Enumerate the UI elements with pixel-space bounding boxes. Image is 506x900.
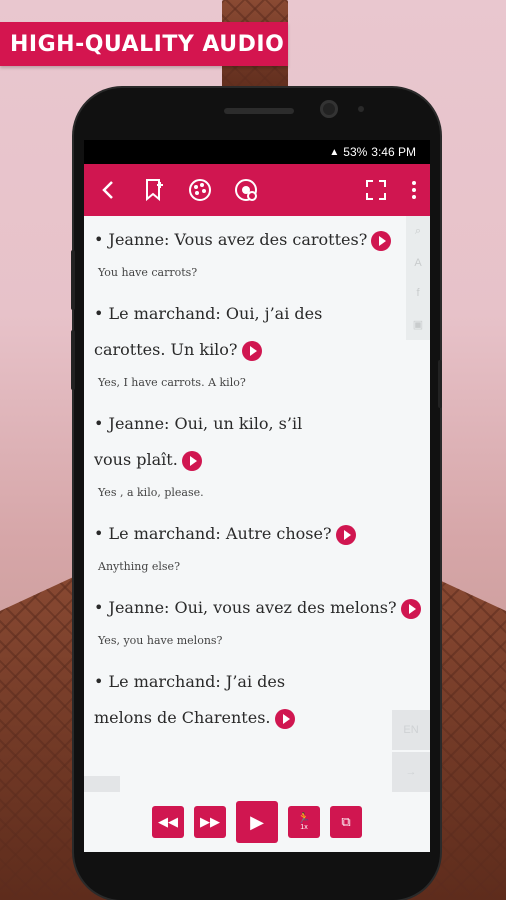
audio-settings-icon[interactable] xyxy=(232,176,260,204)
phone-volume-button xyxy=(71,250,75,310)
play-button[interactable]: ▶ xyxy=(236,801,278,843)
dialogue-entry: • Le marchand: J’ai des melons de Charen… xyxy=(94,664,344,736)
prev-handle[interactable] xyxy=(84,776,120,792)
facebook-icon[interactable]: f xyxy=(416,287,419,299)
english-translation: Yes , a kilo, please. xyxy=(98,486,204,499)
play-line-button[interactable] xyxy=(335,524,356,545)
dialogue-entry: • Le marchand: Oui, j’ai des carottes. U… xyxy=(94,296,384,392)
audio-controls: ◀◀ ▶▶ ▶ 🏃 1x ⧉ xyxy=(84,792,430,852)
speed-icon: 🏃 xyxy=(297,813,311,824)
fast-forward-icon: ▶▶ xyxy=(200,814,220,829)
arrow-right-icon[interactable]: → xyxy=(392,752,430,792)
rewind-icon: ◀◀ xyxy=(158,814,178,829)
phone-power-button xyxy=(438,360,442,408)
battery-level: 53% xyxy=(343,145,368,159)
chevron-left-icon[interactable] xyxy=(94,176,122,204)
french-line: Le marchand: Oui, j’ai des carottes. Un … xyxy=(94,304,323,359)
translate-icon: ⧉ xyxy=(341,814,351,829)
play-line-button[interactable] xyxy=(274,708,295,729)
app-toolbar xyxy=(84,164,430,216)
dialogue-entry: • Jeanne: Vous avez des carottes? You ha… xyxy=(94,222,430,282)
french-line: Jeanne: Vous avez des carottes? xyxy=(108,230,368,249)
english-translation: Yes, I have carrots. A kilo? xyxy=(98,376,246,389)
status-time: 3:46 PM xyxy=(371,145,416,159)
speed-button[interactable]: 🏃 1x xyxy=(288,806,320,838)
dialogue-entry: • Jeanne: Oui, un kilo, s’il vous plaît.… xyxy=(94,406,344,502)
english-translation: Anything else? xyxy=(98,560,180,573)
bookmark-icon[interactable] xyxy=(140,176,168,204)
english-translation: You have carrots? xyxy=(98,266,198,279)
phone-sensor xyxy=(358,106,364,112)
more-vertical-icon[interactable] xyxy=(408,176,420,204)
speed-label: 1x xyxy=(300,824,308,831)
rewind-button[interactable]: ◀◀ xyxy=(152,806,184,838)
search-icon[interactable]: ⌕ xyxy=(415,225,421,238)
quiz-icon[interactable]: ▣ xyxy=(413,318,423,331)
french-line: Jeanne: Oui, vous avez des melons? xyxy=(108,598,397,617)
font-size-icon[interactable]: A xyxy=(414,257,421,269)
phone-volume-button xyxy=(71,330,75,390)
dialogue-entry: • Jeanne: Oui, vous avez des melons? Yes… xyxy=(94,590,430,650)
dialogue-entry: • Le marchand: Autre chose? Anything els… xyxy=(94,516,430,576)
phone-camera xyxy=(320,100,338,118)
french-line: Le marchand: Autre chose? xyxy=(108,524,332,543)
french-line: Le marchand: J’ai des melons de Charente… xyxy=(94,672,286,727)
dialogue-content: • Jeanne: Vous avez des carottes? You ha… xyxy=(84,216,430,792)
phone-speaker xyxy=(224,108,294,114)
play-line-button[interactable] xyxy=(241,340,262,361)
signal-icon: ▲ xyxy=(329,146,340,158)
play-line-button[interactable] xyxy=(371,230,392,251)
fast-forward-button[interactable]: ▶▶ xyxy=(194,806,226,838)
play-line-button[interactable] xyxy=(181,450,202,471)
status-bar: ▲ 53% 3:46 PM xyxy=(84,140,430,164)
english-translation: Yes, you have melons? xyxy=(98,634,223,647)
play-line-button[interactable] xyxy=(400,598,421,619)
fullscreen-icon[interactable] xyxy=(362,176,390,204)
language-toggle[interactable]: EN xyxy=(392,710,430,750)
app-screen: ▲ 53% 3:46 PM • Jeanne: Vous avez des ca… xyxy=(84,140,430,852)
play-icon: ▶ xyxy=(250,811,264,832)
translate-button[interactable]: ⧉ xyxy=(330,806,362,838)
language-panel: EN → xyxy=(392,710,430,792)
palette-icon[interactable] xyxy=(186,176,214,204)
side-tools-panel: ⌕ A f ▣ xyxy=(406,216,430,340)
promo-banner: HIGH-QUALITY AUDIO xyxy=(0,22,288,66)
